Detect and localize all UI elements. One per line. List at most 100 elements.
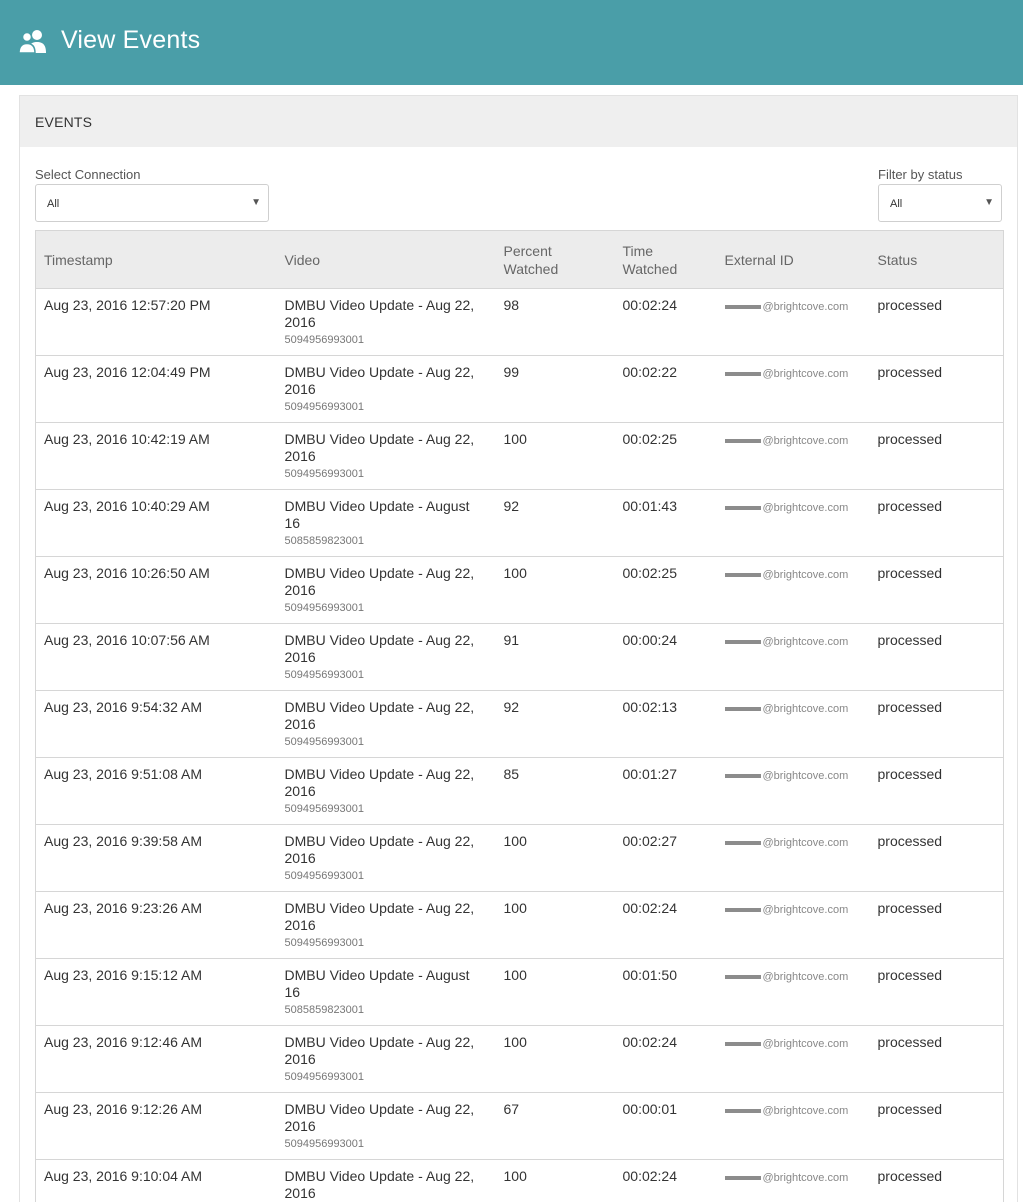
external-id-cell: @brightcove.com — [716, 489, 870, 557]
external-id: @brightcove.com — [724, 1170, 848, 1187]
column-header-video[interactable]: Video — [276, 230, 496, 289]
video-title: DMBU Video Update - Aug 22, 2016 — [284, 565, 475, 598]
status-cell: processed — [869, 891, 1004, 959]
external-id-cell: @brightcove.com — [716, 1025, 870, 1093]
time-watched-cell: 00:02:13 — [614, 690, 717, 758]
redaction-bar — [724, 439, 761, 443]
status-filter-value: All — [890, 198, 903, 210]
column-header-time-watched[interactable]: Time Watched — [614, 230, 717, 289]
video-cell: DMBU Video Update - Aug 22, 201650949569… — [276, 623, 496, 691]
video-id: 5094956993001 — [284, 602, 365, 614]
external-id-cell: @brightcove.com — [716, 355, 870, 423]
panel-header: EVENTS — [20, 96, 1017, 147]
video-id: 5094956993001 — [284, 937, 365, 949]
video-cell: DMBU Video Update - Aug 22, 201650949569… — [276, 891, 496, 959]
column-header-percent-watched[interactable]: Percent Watched — [495, 230, 615, 289]
external-id-domain: @brightcove.com — [762, 368, 849, 380]
external-id-domain: @brightcove.com — [762, 1105, 849, 1117]
external-id-domain: @brightcove.com — [762, 502, 849, 514]
redaction-bar — [724, 908, 761, 912]
external-id-cell: @brightcove.com — [716, 623, 870, 691]
table-row: Aug 23, 2016 9:54:32 AM DMBU Video Update… — [35, 690, 1004, 758]
video-id: 5094956993001 — [284, 736, 365, 748]
video-title: DMBU Video Update - Aug 22, 2016 — [284, 766, 475, 799]
external-id-cell: @brightcove.com — [716, 288, 870, 356]
percent-watched-cell: 92 — [495, 690, 615, 758]
video-cell: DMBU Video Update - August 16 50858598230… — [276, 489, 496, 557]
external-id-domain: @brightcove.com — [762, 569, 849, 581]
panel-title: EVENTS — [35, 113, 93, 130]
video-cell: DMBU Video Update - Aug 22, 201650949569… — [276, 1159, 496, 1202]
external-id-domain: @brightcove.com — [762, 971, 849, 983]
redaction-bar — [724, 372, 761, 376]
page-header: View Events — [0, 0, 1023, 85]
external-id: @brightcove.com — [724, 835, 848, 852]
video-cell: DMBU Video Update - Aug 22, 201650949569… — [276, 1025, 496, 1093]
redaction-bar — [724, 305, 761, 309]
table-row: Aug 23, 2016 10:26:50 AM DMBU Video Updat… — [35, 556, 1004, 624]
timestamp-cell: Aug 23, 2016 9:12:26 AM — [35, 1092, 277, 1160]
table-row: Aug 23, 2016 9:10:04 AM DMBU Video Update… — [35, 1159, 1004, 1202]
external-id: @brightcove.com — [724, 366, 849, 383]
external-id-cell: @brightcove.com — [716, 757, 870, 825]
time-watched-cell: 00:02:24 — [614, 1025, 717, 1093]
time-watched-cell: 00:01:27 — [614, 757, 717, 825]
video-cell: DMBU Video Update - Aug 22, 2016 50949569… — [276, 556, 496, 624]
video-title: DMBU Video Update - Aug 22, 2016 — [284, 699, 475, 732]
video-title: DMBU Video Update - Aug 22, 2016 — [284, 833, 475, 866]
redaction-bar — [724, 1109, 761, 1113]
video-id: 5094956993001 — [284, 1138, 365, 1150]
redaction-bar — [724, 975, 761, 979]
external-id: @brightcove.com — [724, 1036, 848, 1053]
external-id: @brightcove.com — [724, 567, 849, 584]
timestamp-cell: Aug 23, 2016 12:57:20 PM — [35, 288, 277, 356]
redaction-bar — [724, 707, 761, 711]
column-header-timestamp[interactable]: Timestamp — [35, 230, 277, 289]
status-cell: processed — [869, 422, 1004, 490]
video-title: DMBU Video Update - Aug 22, 2016 — [284, 364, 475, 397]
external-id: @brightcove.com — [724, 701, 849, 718]
column-header-status[interactable]: Status — [869, 230, 1004, 289]
column-header-external-id[interactable]: External ID — [716, 230, 870, 289]
external-id-domain: @brightcove.com — [762, 703, 849, 715]
status-filter-select[interactable]: All ▼ — [878, 184, 1002, 222]
percent-watched-cell: 100 — [495, 1025, 615, 1093]
table-row: Aug 23, 2016 12:04:49 PM DMBU Video Updat… — [35, 355, 1004, 423]
external-id: @brightcove.com — [724, 634, 848, 651]
status-cell: processed — [869, 623, 1004, 691]
external-id-cell: @brightcove.com — [716, 824, 870, 892]
timestamp-cell: Aug 23, 2016 9:23:26 AM — [35, 891, 277, 959]
table-row: Aug 23, 2016 10:42:19 AM DMBU Video Updat… — [35, 422, 1004, 490]
timestamp-cell: Aug 23, 2016 9:15:12 AM — [35, 958, 277, 1026]
video-title: DMBU Video Update - Aug 22, 2016 — [284, 431, 475, 464]
video-title: DMBU Video Update - Aug 22, 2016 — [284, 297, 475, 330]
time-watched-cell: 00:01:50 — [614, 958, 717, 1026]
external-id: @brightcove.com — [724, 433, 849, 450]
status-cell: processed — [869, 690, 1004, 758]
table-row: Aug 23, 2016 9:23:26 AM DMBU Video Update… — [35, 891, 1004, 959]
timestamp-cell: Aug 23, 2016 9:54:32 AM — [35, 690, 277, 758]
external-id-domain: @brightcove.com — [762, 435, 849, 447]
video-title: DMBU Video Update - Aug 22, 2016 — [284, 632, 475, 665]
external-id-cell: @brightcove.com — [716, 690, 870, 758]
external-id: @brightcove.com — [724, 969, 849, 986]
timestamp-cell: Aug 23, 2016 10:26:50 AM — [35, 556, 277, 624]
video-id: 5094956993001 — [284, 803, 365, 815]
percent-watched-cell: 92 — [495, 489, 615, 557]
external-id: @brightcove.com — [724, 1103, 849, 1120]
redaction-bar — [724, 841, 761, 845]
connection-select-value: All — [47, 198, 60, 210]
percent-watched-cell: 91 — [495, 623, 615, 691]
status-cell: processed — [869, 355, 1004, 423]
video-cell: DMBU Video Update - Aug 22, 201650949569… — [276, 422, 496, 490]
caret-down-icon: ▼ — [984, 197, 994, 208]
external-id-domain: @brightcove.com — [762, 301, 849, 313]
table-row: Aug 23, 2016 9:39:58 AM DMBU Video Update… — [35, 824, 1004, 892]
time-watched-cell: 00:02:22 — [614, 355, 717, 423]
caret-down-icon: ▼ — [251, 197, 261, 208]
status-cell: processed — [869, 1025, 1004, 1093]
timestamp-cell: Aug 23, 2016 10:07:56 AM — [35, 623, 277, 691]
external-id-cell: @brightcove.com — [716, 891, 870, 959]
percent-watched-cell: 100 — [495, 891, 615, 959]
connection-select[interactable]: All ▼ — [35, 184, 269, 222]
